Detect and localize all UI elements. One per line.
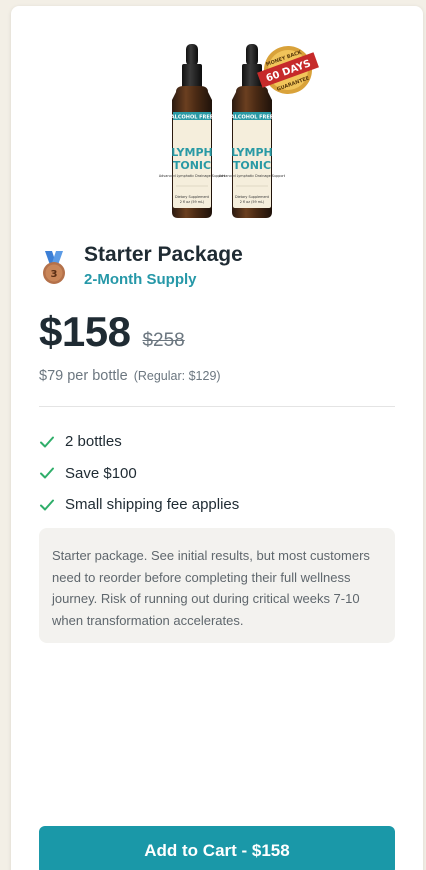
svg-text:ALCOHOL FREE: ALCOHOL FREE [171, 115, 214, 121]
divider [39, 406, 395, 407]
feature-label: 2 bottles [65, 433, 122, 451]
svg-text:TONIC: TONIC [233, 159, 271, 172]
svg-text:Advanced Lymphatic Drainage Su: Advanced Lymphatic Drainage Support [159, 174, 226, 178]
check-icon [40, 467, 54, 479]
feature-list: 2 bottles Save $100 Small shipping fee a… [39, 426, 239, 521]
svg-text:Dietary Supplement: Dietary Supplement [175, 195, 210, 199]
product-image: ALCOHOL FREE LYMPH TONIC Advanced Lympha… [159, 44, 319, 218]
svg-text:LYMPH: LYMPH [231, 146, 272, 159]
feature-label: Small shipping fee applies [65, 496, 240, 514]
feature-label: Save $100 [65, 464, 137, 482]
add-to-cart-button[interactable]: Add to Cart - $158 [39, 826, 395, 870]
feature-item: 2 bottles [39, 426, 239, 458]
original-price: $258 [142, 330, 185, 351]
svg-text:LYMPH: LYMPH [171, 146, 212, 159]
svg-text:Advanced Lymphatic Drainage Su: Advanced Lymphatic Drainage Support [219, 174, 286, 178]
package-subtitle: 2-Month Supply [84, 271, 197, 288]
svg-text:2 fl oz (59 mL): 2 fl oz (59 mL) [240, 200, 265, 204]
regular-price: (Regular: $129) [133, 369, 221, 383]
package-note: Starter package. See initial results, bu… [39, 528, 395, 643]
bottle-left: ALCOHOL FREE LYMPH TONIC Advanced Lympha… [159, 44, 226, 218]
feature-item: Small shipping fee applies [39, 489, 239, 521]
current-price: $158 [39, 308, 131, 355]
per-bottle-text: $79 per bottle [39, 368, 128, 384]
feature-item: Save $100 [39, 458, 239, 490]
package-card: ALCOHOL FREE LYMPH TONIC Advanced Lympha… [11, 6, 423, 870]
check-icon [40, 499, 54, 511]
bronze-medal-icon: 3 [43, 251, 65, 284]
check-icon [40, 436, 54, 448]
per-bottle-price: $79 per bottle (Regular: $129) [39, 368, 221, 384]
svg-text:TONIC: TONIC [173, 159, 211, 172]
svg-text:ALCOHOL FREE: ALCOHOL FREE [231, 115, 274, 121]
package-title: Starter Package [84, 243, 243, 266]
package-header: 3 Starter Package 2-Month Supply [39, 242, 243, 291]
svg-text:2 fl oz (59 mL): 2 fl oz (59 mL) [180, 200, 205, 204]
svg-text:3: 3 [51, 269, 58, 280]
price-row: $158 $258 [39, 308, 185, 356]
svg-text:Dietary Supplement: Dietary Supplement [235, 195, 270, 199]
